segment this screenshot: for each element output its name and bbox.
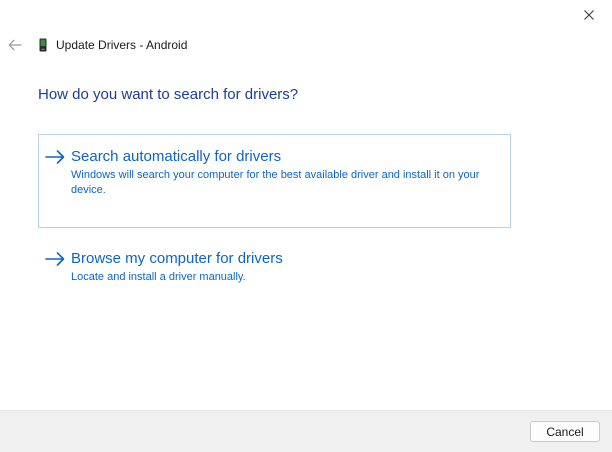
phone-icon [39, 38, 47, 52]
option-title: Browse my computer for drivers [71, 250, 283, 267]
option-title: Search automatically for drivers [71, 148, 282, 165]
dialog-footer: Cancel [0, 410, 612, 452]
cancel-button[interactable]: Cancel [530, 421, 600, 442]
close-icon [584, 10, 594, 20]
option-description: Locate and install a driver manually. [71, 271, 246, 283]
close-button[interactable] [566, 0, 612, 30]
dialog-title: Update Drivers - Android [56, 38, 188, 52]
browse-computer-option[interactable]: Browse my computer for drivers Locate an… [38, 236, 511, 296]
back-arrow-icon [8, 39, 22, 51]
option-text: Search automatically for drivers Windows… [71, 147, 501, 198]
option-description: Windows will search your computer for th… [71, 169, 480, 196]
search-automatically-option[interactable]: Search automatically for drivers Windows… [38, 134, 511, 228]
update-drivers-dialog: Update Drivers - Android How do you want… [0, 0, 612, 452]
dialog-header: Update Drivers - Android [7, 36, 187, 54]
option-text: Browse my computer for drivers Locate an… [71, 249, 501, 285]
back-button[interactable] [7, 37, 23, 53]
page-question: How do you want to search for drivers? [38, 86, 299, 103]
arrow-right-icon [45, 251, 67, 267]
arrow-right-icon [45, 149, 67, 165]
